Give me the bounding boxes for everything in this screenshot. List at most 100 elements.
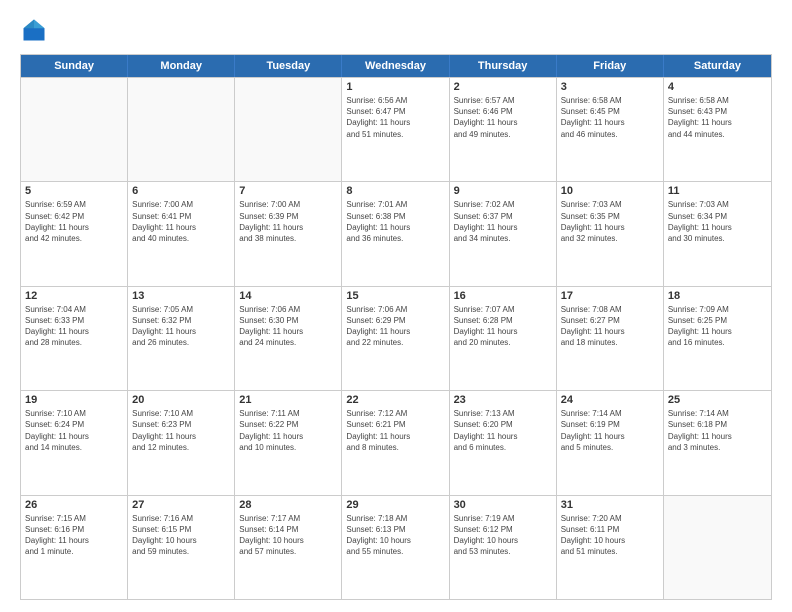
cell-info-text: Sunrise: 7:07 AM Sunset: 6:28 PM Dayligh… [454, 304, 552, 349]
cell-day-number: 24 [561, 394, 659, 406]
weekday-header-tuesday: Tuesday [235, 55, 342, 77]
weekday-header-monday: Monday [128, 55, 235, 77]
cell-day-number: 18 [668, 290, 767, 302]
calendar-cell-6: 6 Sunrise: 7:00 AM Sunset: 6:41 PM Daylig… [128, 182, 235, 285]
cell-day-number: 25 [668, 394, 767, 406]
calendar-cell-26: 26 Sunrise: 7:15 AM Sunset: 6:16 PM Dayli… [21, 496, 128, 599]
calendar-cell-2: 2Sunrise: 6:57 AM Sunset: 6:46 PM Daylig… [450, 78, 557, 181]
calendar-cell-15: 15Sunrise: 7:06 AM Sunset: 6:29 PM Dayli… [342, 287, 449, 390]
cell-day-number: 6 [132, 185, 230, 197]
cell-info-text: Sunrise: 7:09 AM Sunset: 6:25 PM Dayligh… [668, 304, 767, 349]
calendar-cell-17: 17 Sunrise: 7:08 AM Sunset: 6:27 PM Dayli… [557, 287, 664, 390]
cell-info-text: Sunrise: 7:08 AM Sunset: 6:27 PM Dayligh… [561, 304, 659, 349]
cell-info-text: Sunrise: 7:03 AM Sunset: 6:35 PM Dayligh… [561, 199, 659, 244]
calendar-cell-29: 29Sunrise: 7:18 AM Sunset: 6:13 PM Dayli… [342, 496, 449, 599]
calendar-row-2: 12Sunrise: 7:04 AM Sunset: 6:33 PM Dayli… [21, 286, 771, 390]
cell-day-number: 4 [668, 81, 767, 93]
cell-info-text: Sunrise: 7:15 AM Sunset: 6:16 PM Dayligh… [25, 513, 123, 558]
cell-info-text: Sunrise: 7:05 AM Sunset: 6:32 PM Dayligh… [132, 304, 230, 349]
cell-day-number: 7 [239, 185, 337, 197]
logo-icon [20, 16, 48, 44]
cell-info-text: Sunrise: 6:58 AM Sunset: 6:43 PM Dayligh… [668, 95, 767, 140]
calendar-cell-8: 8 Sunrise: 7:01 AM Sunset: 6:38 PM Daylig… [342, 182, 449, 285]
cell-day-number: 11 [668, 185, 767, 197]
weekday-header-thursday: Thursday [450, 55, 557, 77]
cell-day-number: 15 [346, 290, 444, 302]
calendar-cell-9: 9 Sunrise: 7:02 AM Sunset: 6:37 PM Daylig… [450, 182, 557, 285]
cell-info-text: Sunrise: 7:16 AM Sunset: 6:15 PM Dayligh… [132, 513, 230, 558]
cell-day-number: 1 [346, 81, 444, 93]
cell-day-number: 16 [454, 290, 552, 302]
calendar-cell-31: 31 Sunrise: 7:20 AM Sunset: 6:11 PM Dayli… [557, 496, 664, 599]
calendar-cell-20: 20Sunrise: 7:10 AM Sunset: 6:23 PM Dayli… [128, 391, 235, 494]
cell-day-number: 8 [346, 185, 444, 197]
calendar-cell-28: 28 Sunrise: 7:17 AM Sunset: 6:14 PM Dayli… [235, 496, 342, 599]
cell-day-number: 9 [454, 185, 552, 197]
calendar-cell-12: 12Sunrise: 7:04 AM Sunset: 6:33 PM Dayli… [21, 287, 128, 390]
cell-info-text: Sunrise: 7:00 AM Sunset: 6:41 PM Dayligh… [132, 199, 230, 244]
cell-day-number: 26 [25, 499, 123, 511]
calendar-cell-empty-0-1 [128, 78, 235, 181]
cell-info-text: Sunrise: 6:56 AM Sunset: 6:47 PM Dayligh… [346, 95, 444, 140]
calendar-cell-24: 24 Sunrise: 7:14 AM Sunset: 6:19 PM Dayli… [557, 391, 664, 494]
cell-day-number: 31 [561, 499, 659, 511]
calendar-cell-18: 18 Sunrise: 7:09 AM Sunset: 6:25 PM Dayli… [664, 287, 771, 390]
cell-info-text: Sunrise: 7:06 AM Sunset: 6:30 PM Dayligh… [239, 304, 337, 349]
cell-info-text: Sunrise: 7:14 AM Sunset: 6:18 PM Dayligh… [668, 408, 767, 453]
weekday-header-saturday: Saturday [664, 55, 771, 77]
cell-day-number: 2 [454, 81, 552, 93]
calendar-cell-4: 4 Sunrise: 6:58 AM Sunset: 6:43 PM Daylig… [664, 78, 771, 181]
header [20, 16, 772, 44]
cell-day-number: 10 [561, 185, 659, 197]
calendar-cell-empty-4-6 [664, 496, 771, 599]
calendar-row-0: 1 Sunrise: 6:56 AM Sunset: 6:47 PM Daylig… [21, 77, 771, 181]
cell-day-number: 28 [239, 499, 337, 511]
cell-day-number: 13 [132, 290, 230, 302]
calendar-row-1: 5 Sunrise: 6:59 AM Sunset: 6:42 PM Daylig… [21, 181, 771, 285]
cell-day-number: 30 [454, 499, 552, 511]
logo [20, 16, 52, 44]
cell-info-text: Sunrise: 7:17 AM Sunset: 6:14 PM Dayligh… [239, 513, 337, 558]
calendar-cell-11: 11Sunrise: 7:03 AM Sunset: 6:34 PM Dayli… [664, 182, 771, 285]
cell-day-number: 12 [25, 290, 123, 302]
calendar-row-4: 26 Sunrise: 7:15 AM Sunset: 6:16 PM Dayli… [21, 495, 771, 599]
calendar-cell-30: 30Sunrise: 7:19 AM Sunset: 6:12 PM Dayli… [450, 496, 557, 599]
calendar-cell-3: 3 Sunrise: 6:58 AM Sunset: 6:45 PM Daylig… [557, 78, 664, 181]
calendar-cell-21: 21Sunrise: 7:11 AM Sunset: 6:22 PM Dayli… [235, 391, 342, 494]
cell-info-text: Sunrise: 7:20 AM Sunset: 6:11 PM Dayligh… [561, 513, 659, 558]
calendar-cell-16: 16 Sunrise: 7:07 AM Sunset: 6:28 PM Dayli… [450, 287, 557, 390]
calendar-cell-25: 25 Sunrise: 7:14 AM Sunset: 6:18 PM Dayli… [664, 391, 771, 494]
calendar-cell-1: 1 Sunrise: 6:56 AM Sunset: 6:47 PM Daylig… [342, 78, 449, 181]
cell-info-text: Sunrise: 7:02 AM Sunset: 6:37 PM Dayligh… [454, 199, 552, 244]
cell-info-text: Sunrise: 7:11 AM Sunset: 6:22 PM Dayligh… [239, 408, 337, 453]
cell-info-text: Sunrise: 7:12 AM Sunset: 6:21 PM Dayligh… [346, 408, 444, 453]
calendar-cell-7: 7Sunrise: 7:00 AM Sunset: 6:39 PM Daylig… [235, 182, 342, 285]
cell-info-text: Sunrise: 7:01 AM Sunset: 6:38 PM Dayligh… [346, 199, 444, 244]
cell-info-text: Sunrise: 6:58 AM Sunset: 6:45 PM Dayligh… [561, 95, 659, 140]
calendar-cell-10: 10 Sunrise: 7:03 AM Sunset: 6:35 PM Dayli… [557, 182, 664, 285]
calendar-body: 1 Sunrise: 6:56 AM Sunset: 6:47 PM Daylig… [21, 77, 771, 599]
calendar-cell-13: 13 Sunrise: 7:05 AM Sunset: 6:32 PM Dayli… [128, 287, 235, 390]
weekday-header-wednesday: Wednesday [342, 55, 449, 77]
calendar-cell-19: 19 Sunrise: 7:10 AM Sunset: 6:24 PM Dayli… [21, 391, 128, 494]
cell-day-number: 14 [239, 290, 337, 302]
calendar-cell-empty-0-2 [235, 78, 342, 181]
calendar-cell-22: 22Sunrise: 7:12 AM Sunset: 6:21 PM Dayli… [342, 391, 449, 494]
cell-day-number: 19 [25, 394, 123, 406]
calendar-row-3: 19 Sunrise: 7:10 AM Sunset: 6:24 PM Dayli… [21, 390, 771, 494]
weekday-header-friday: Friday [557, 55, 664, 77]
cell-day-number: 23 [454, 394, 552, 406]
page: SundayMondayTuesdayWednesdayThursdayFrid… [0, 0, 792, 612]
cell-info-text: Sunrise: 7:10 AM Sunset: 6:24 PM Dayligh… [25, 408, 123, 453]
calendar-cell-14: 14 Sunrise: 7:06 AM Sunset: 6:30 PM Dayli… [235, 287, 342, 390]
cell-day-number: 3 [561, 81, 659, 93]
calendar-cell-5: 5 Sunrise: 6:59 AM Sunset: 6:42 PM Daylig… [21, 182, 128, 285]
calendar-cell-23: 23Sunrise: 7:13 AM Sunset: 6:20 PM Dayli… [450, 391, 557, 494]
calendar-header: SundayMondayTuesdayWednesdayThursdayFrid… [21, 55, 771, 77]
calendar-cell-empty-0-0 [21, 78, 128, 181]
cell-info-text: Sunrise: 7:14 AM Sunset: 6:19 PM Dayligh… [561, 408, 659, 453]
cell-info-text: Sunrise: 6:59 AM Sunset: 6:42 PM Dayligh… [25, 199, 123, 244]
cell-day-number: 27 [132, 499, 230, 511]
cell-day-number: 5 [25, 185, 123, 197]
cell-day-number: 17 [561, 290, 659, 302]
